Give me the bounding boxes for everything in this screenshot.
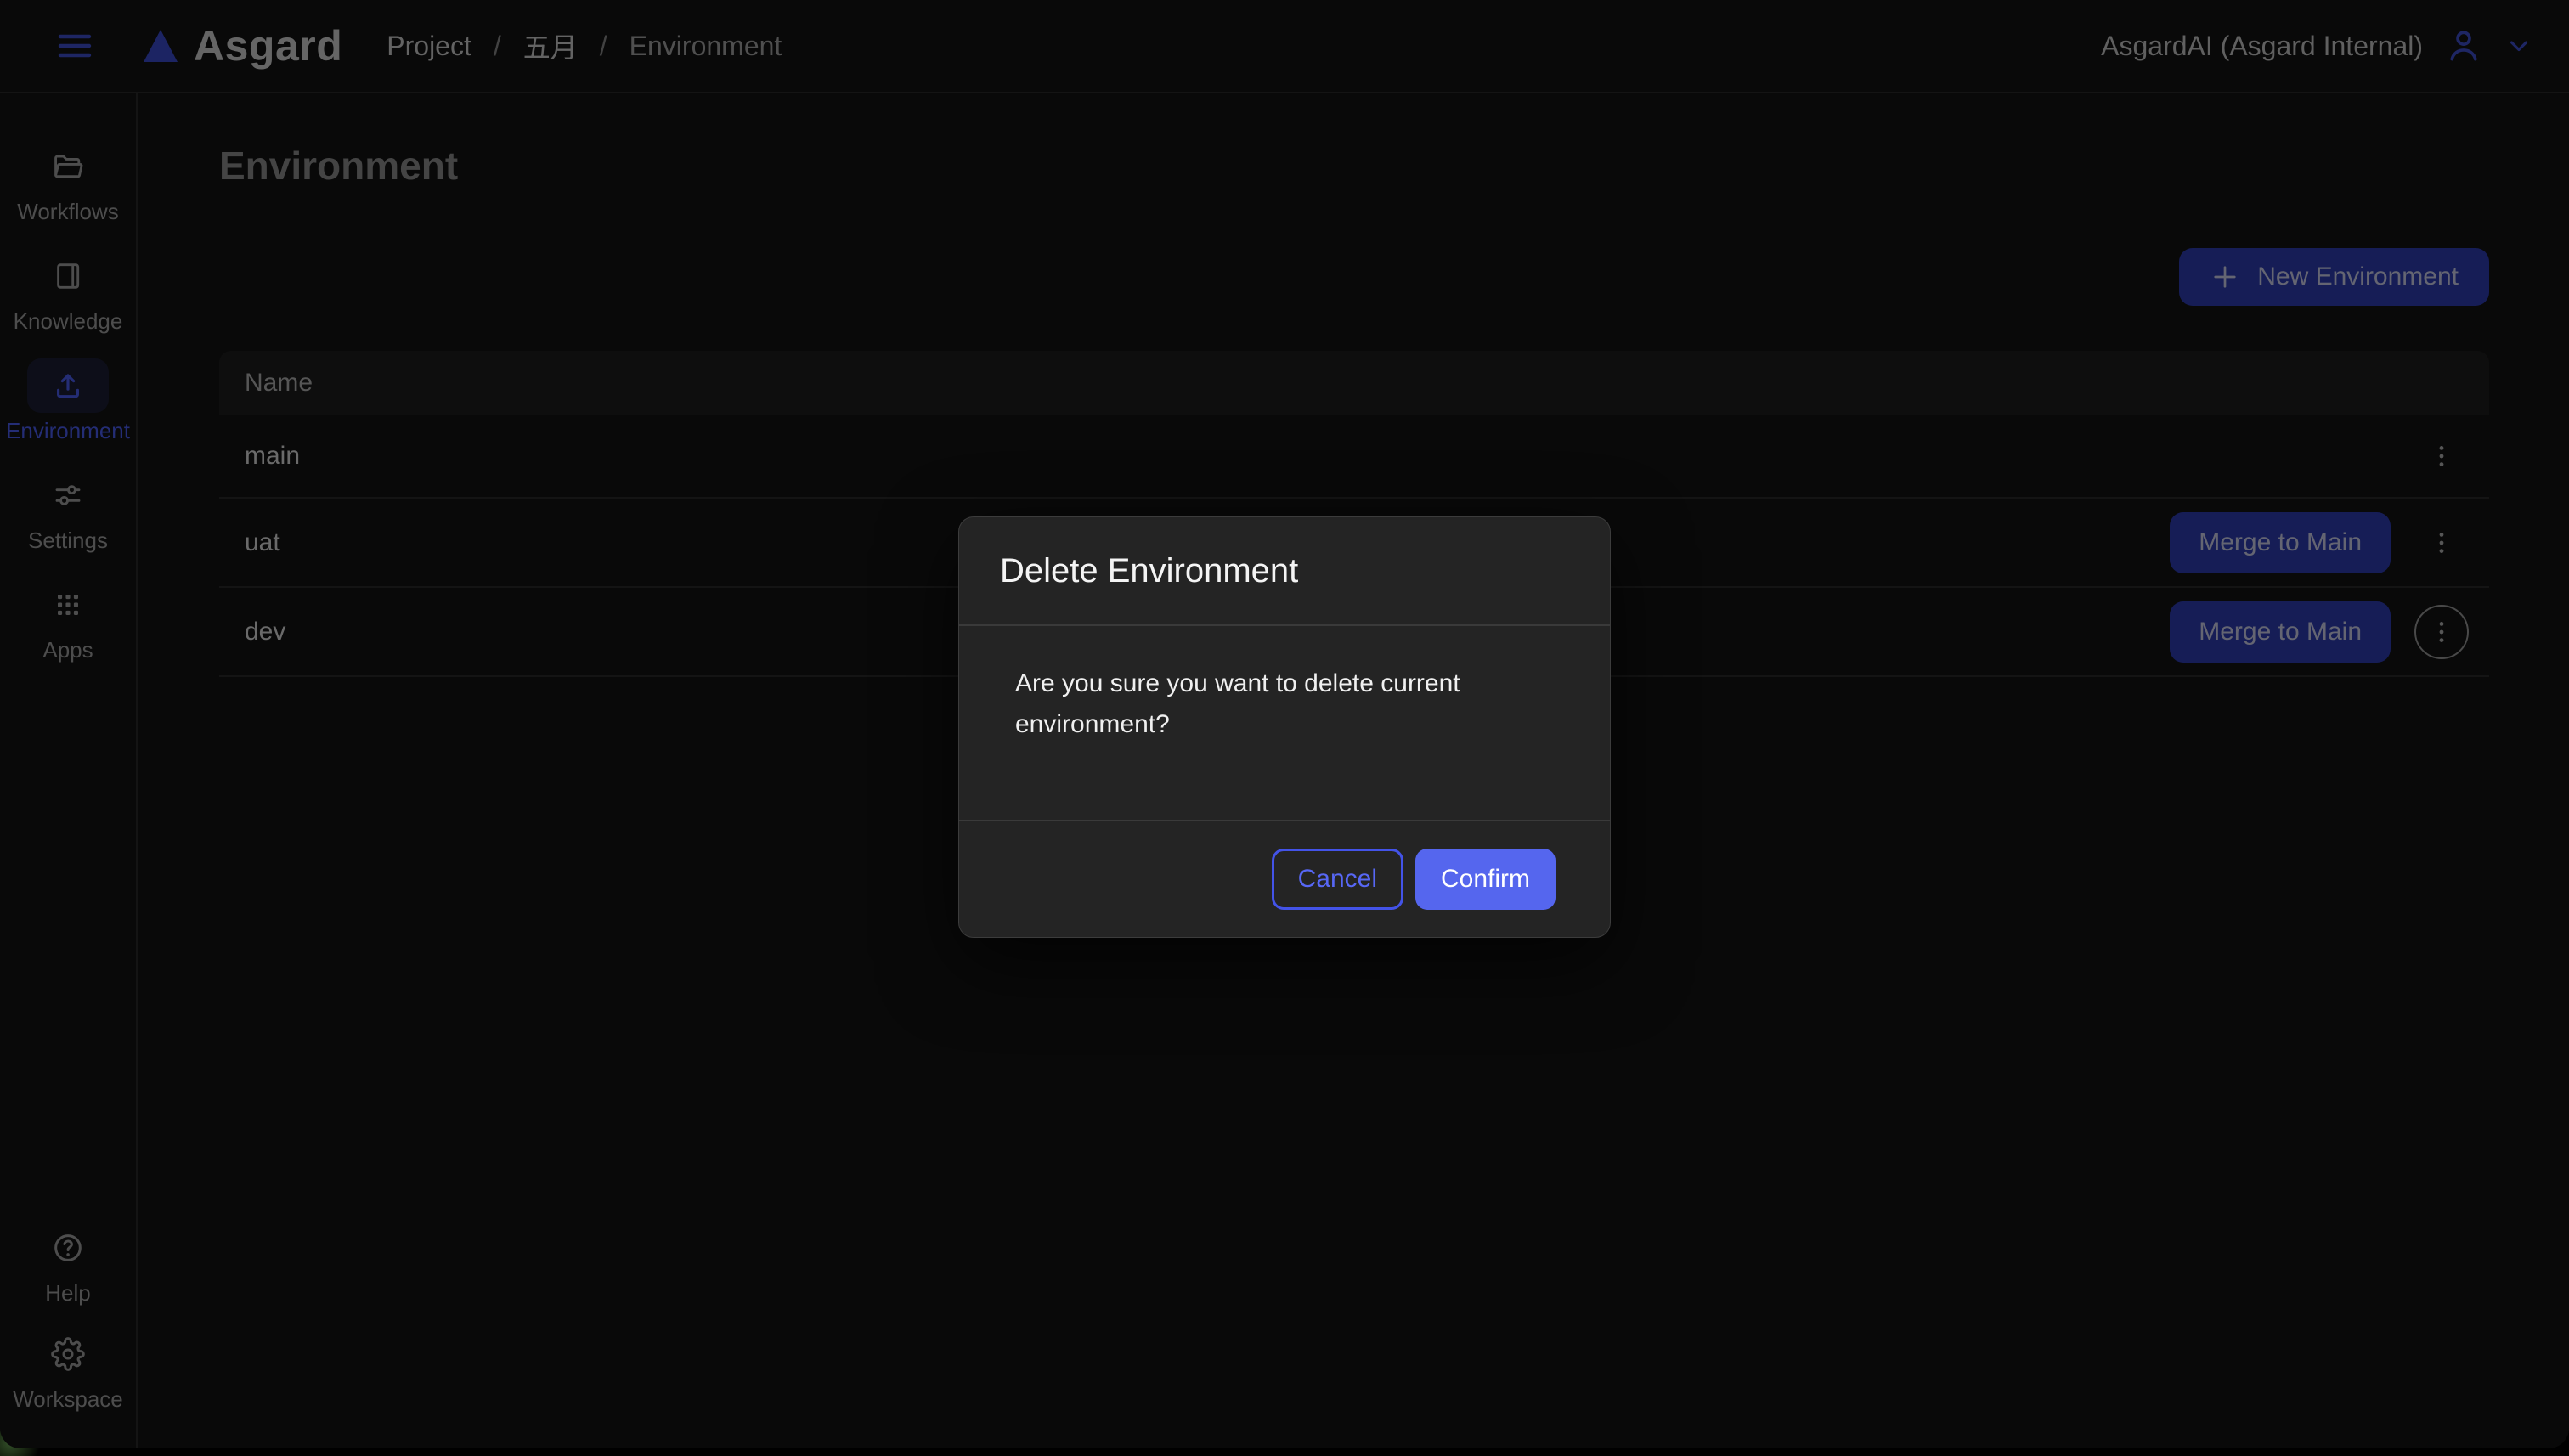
modal-message: Are you sure you want to delete current … (1015, 663, 1508, 745)
confirm-button[interactable]: Confirm (1415, 849, 1556, 910)
modal-title: Delete Environment (1000, 552, 1298, 590)
cancel-button[interactable]: Cancel (1272, 849, 1403, 910)
app-window: Asgard Project / 五月 / Environment Asgard… (0, 0, 2569, 1448)
modal-header: Delete Environment (959, 517, 1610, 626)
delete-environment-modal: Delete Environment Are you sure you want… (958, 516, 1611, 938)
modal-footer: Cancel Confirm (959, 820, 1610, 937)
modal-body: Are you sure you want to delete current … (959, 626, 1610, 820)
